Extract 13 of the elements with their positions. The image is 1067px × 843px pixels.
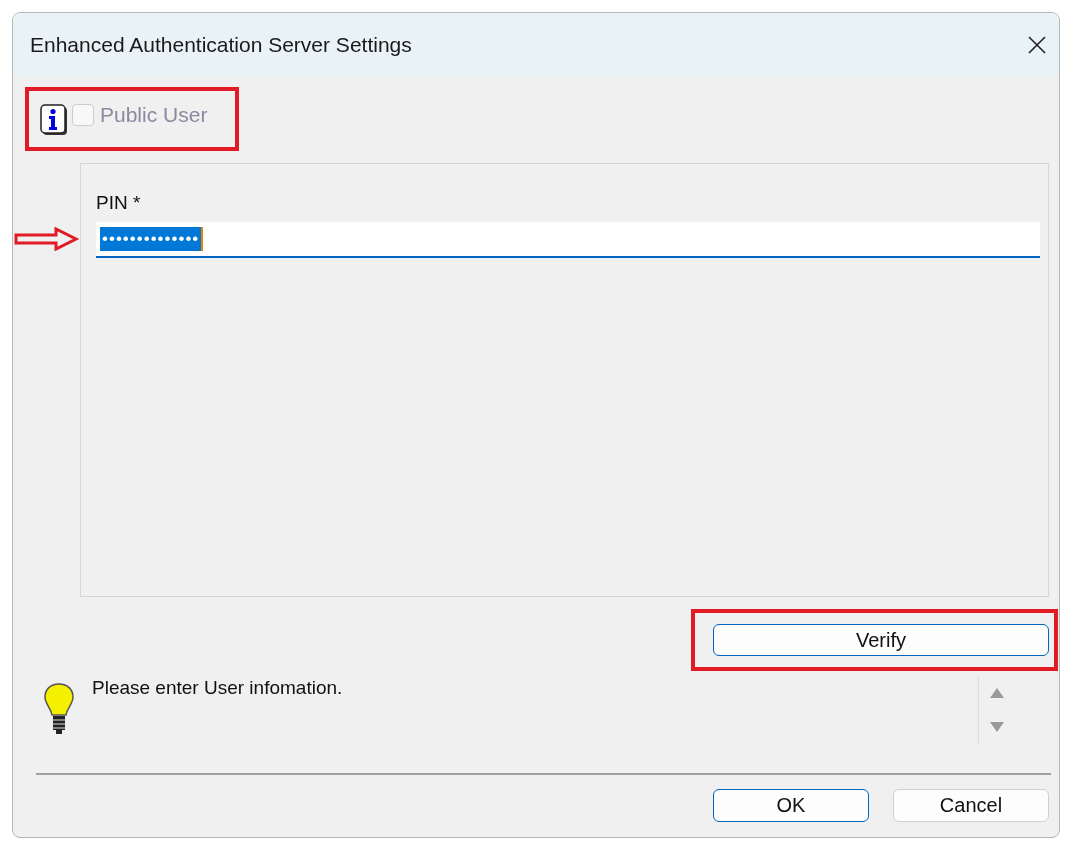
pin-field[interactable]: •••••••••••••• <box>96 222 1040 258</box>
arrow-icon <box>14 227 80 251</box>
close-icon[interactable] <box>1027 35 1047 55</box>
lightbulb-icon <box>42 681 76 737</box>
scroll-down-icon[interactable] <box>989 721 1005 733</box>
pin-label: PIN * <box>96 192 142 214</box>
verify-button[interactable]: Verify <box>713 624 1049 656</box>
dialog-button[interactable]: Cancel <box>893 789 1049 822</box>
window-title: Enhanced Authentication Server Settings <box>30 33 412 57</box>
info-icon <box>40 104 68 136</box>
dialog-button[interactable]: OK <box>713 789 869 822</box>
scroll-up-icon[interactable] <box>989 687 1005 699</box>
status-message: Please enter User infomation. <box>92 677 344 699</box>
